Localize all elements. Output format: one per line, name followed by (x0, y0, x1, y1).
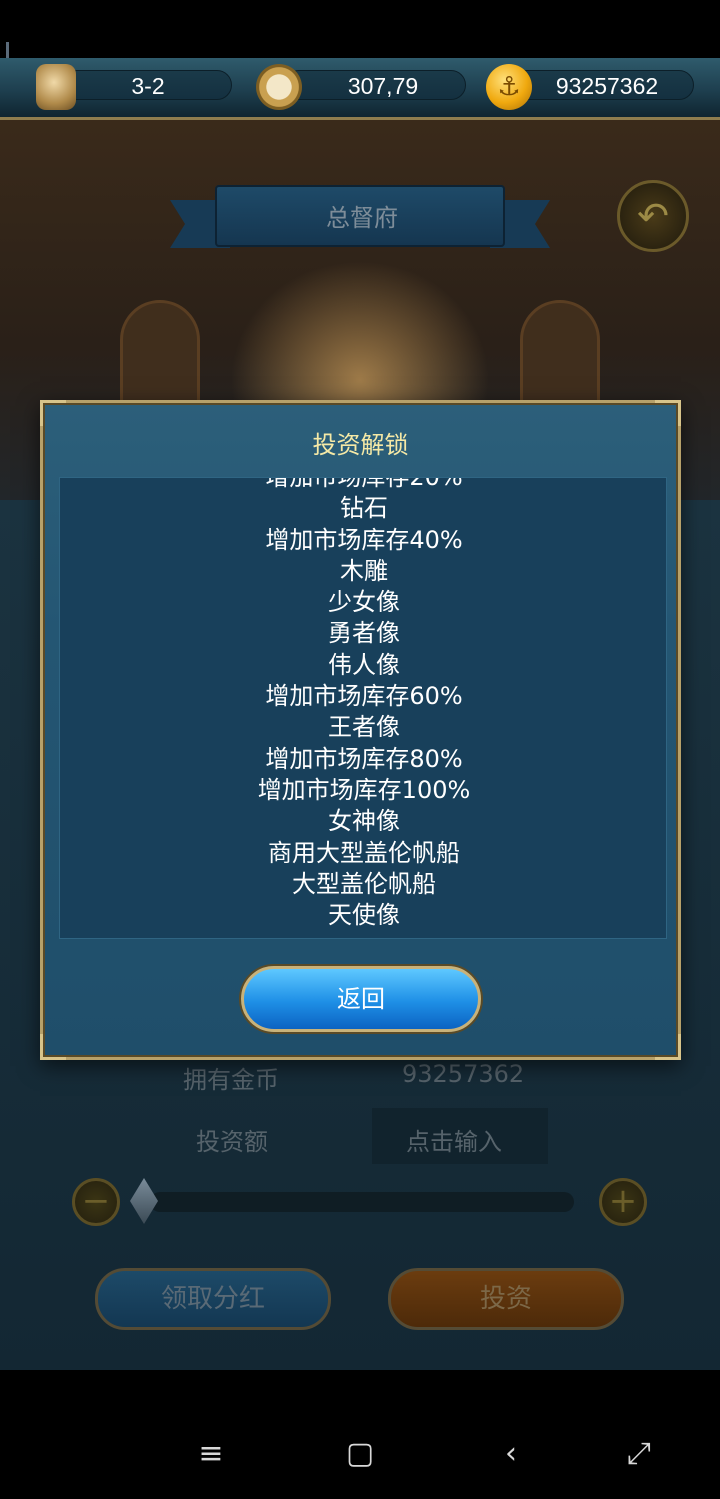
return-label: 返回 (337, 985, 385, 1013)
list-item: 大型盖伦帆船 (292, 869, 436, 898)
fullscreen-icon[interactable]: ⤢ (614, 1429, 664, 1479)
back-icon[interactable]: ‹ (486, 1429, 536, 1479)
list-item: 商用大型盖伦帆船 (268, 838, 460, 867)
unlock-list-content: 增加市场库存20% 钻石 增加市场库存40% 木雕 少女像 勇者像 伟人像 增加… (60, 477, 666, 931)
list-item: 增加市场库存40% (265, 525, 463, 554)
list-item: 伟人像 (328, 650, 400, 679)
home-icon[interactable]: ▢ (335, 1429, 385, 1479)
list-item: 勇者像 (328, 619, 400, 648)
list-item: 木雕 (340, 556, 388, 585)
list-item: 女神像 (328, 807, 400, 836)
list-item: 增加市场库存20% (265, 477, 463, 491)
unlock-list[interactable]: 增加市场库存20% 钻石 增加市场库存40% 木雕 少女像 勇者像 伟人像 增加… (59, 477, 667, 939)
list-item: 少女像 (328, 588, 400, 617)
system-nav-bar: ≡ ▢ ‹ ⤢ (0, 1399, 720, 1499)
list-item: 天使像 (328, 901, 400, 930)
list-item: 增加市场库存100% (257, 775, 471, 804)
list-item: 钻石 (340, 494, 388, 523)
invest-unlock-dialog: 投资解锁 增加市场库存20% 钻石 增加市场库存40% 木雕 少女像 勇者像 伟… (40, 400, 681, 1060)
list-item: 增加市场库存80% (265, 744, 463, 773)
list-item: 增加市场库存60% (265, 682, 463, 711)
menu-icon[interactable]: ≡ (186, 1429, 236, 1479)
list-item: 王者像 (328, 713, 400, 742)
dialog-title: 投资解锁 (312, 431, 409, 459)
return-button[interactable]: 返回 (241, 966, 481, 1032)
